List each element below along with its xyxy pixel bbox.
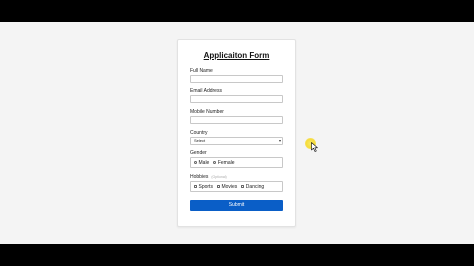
radio-button[interactable] <box>194 161 197 164</box>
email-label: Email Address <box>190 88 222 94</box>
hobby-option-label: Sports <box>198 183 213 190</box>
gender-field: Gender Male Female <box>190 150 283 168</box>
application-form: Applicaiton Form Full Name Email Address… <box>177 39 296 227</box>
full-name-input[interactable] <box>190 75 283 83</box>
checkbox[interactable] <box>194 185 197 188</box>
mobile-label: Mobile Number <box>190 109 224 115</box>
checkbox[interactable] <box>241 185 245 188</box>
hobbies-options: Sports Movies Dancing <box>190 181 283 192</box>
country-field: Country Select ▾ <box>190 130 283 145</box>
mobile-input[interactable] <box>190 116 283 124</box>
hobby-option-movies[interactable]: Movies <box>216 183 238 190</box>
mouse-pointer-icon <box>311 142 318 152</box>
email-field: Email Address <box>190 88 283 103</box>
hobby-option-label: Movies <box>221 183 238 190</box>
chevron-down-icon: ▾ <box>278 138 281 143</box>
email-input[interactable] <box>190 95 283 103</box>
country-label: Country <box>190 130 208 136</box>
mobile-field: Mobile Number <box>190 109 283 124</box>
hobbies-field: Hobbies (Optional) Sports Movies Dancing <box>190 174 283 192</box>
hobby-option-label: Dancing <box>245 183 265 190</box>
gender-option-male[interactable]: Male <box>194 160 209 166</box>
full-name-field: Full Name <box>190 68 283 83</box>
submit-button[interactable]: Submit <box>190 200 283 211</box>
browser-viewport: Applicaiton Form Full Name Email Address… <box>0 22 474 244</box>
hobbies-label: Hobbies <box>190 174 209 180</box>
country-selected-value: Select <box>194 138 206 143</box>
hobby-option-sports[interactable]: Sports <box>194 184 213 190</box>
gender-options: Male Female <box>190 157 283 168</box>
hobbies-label-row: Hobbies (Optional) <box>190 174 283 180</box>
country-select[interactable]: Select ▾ <box>190 137 283 145</box>
hobbies-hint: (Optional) <box>211 175 227 179</box>
gender-option-label: Female <box>217 159 235 166</box>
form-title: Applicaiton Form <box>203 51 270 60</box>
radio-button[interactable] <box>213 161 217 164</box>
gender-label: Gender <box>190 150 207 156</box>
gender-option-label: Male <box>198 159 210 166</box>
gender-option-female[interactable]: Female <box>213 159 235 166</box>
full-name-label: Full Name <box>190 68 213 74</box>
checkbox[interactable] <box>216 185 220 188</box>
hobby-option-dancing[interactable]: Dancing <box>241 184 264 190</box>
